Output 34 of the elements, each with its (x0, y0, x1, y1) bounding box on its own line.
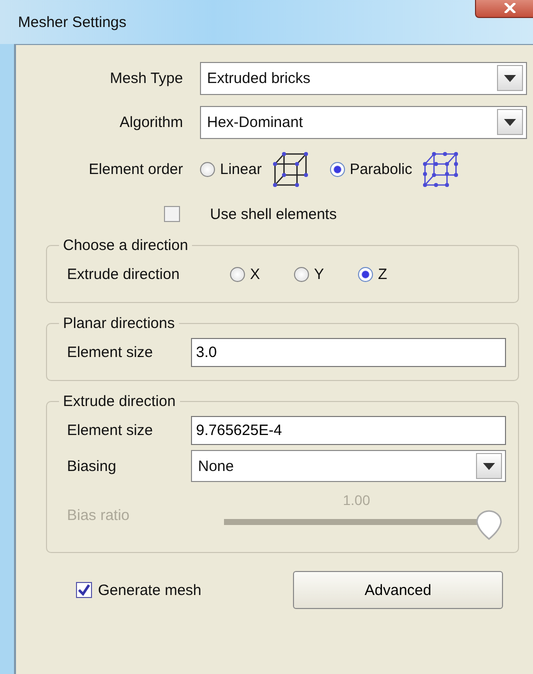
group-title: Choose a direction (62, 237, 190, 254)
slider-value: 1.00 (342, 492, 370, 508)
input-field[interactable]: 9.765625E-4 (191, 416, 506, 444)
input-field[interactable]: 3.0 (191, 338, 506, 366)
field-label: Bias ratio (67, 507, 131, 524)
checkbox[interactable] (76, 582, 92, 598)
group-title: Extrude direction (62, 393, 177, 410)
field-label: Algorithm (118, 114, 184, 130)
cube-icon (272, 151, 308, 187)
radio-option[interactable]: X (230, 266, 260, 282)
caret-icon (504, 74, 516, 82)
radio-option[interactable]: Parabolic (330, 160, 412, 178)
dropdown[interactable]: None (191, 450, 506, 482)
group-title: Planar directions (62, 315, 176, 332)
caret-icon (504, 118, 516, 126)
radio-option[interactable]: Linear (200, 160, 262, 178)
checkbox[interactable] (164, 206, 180, 222)
dropdown[interactable]: Hex-Dominant (200, 106, 527, 138)
field-label: Extrude direction (67, 266, 181, 282)
advanced-button[interactable]: Advanced (293, 571, 503, 609)
radio-option[interactable]: Y (294, 266, 324, 282)
radio-option[interactable]: Z (358, 266, 388, 282)
field-label: Element order (88, 160, 184, 178)
field-label: Element size (67, 422, 154, 438)
cube-icon (422, 151, 458, 187)
field-label: Mesh Type (108, 70, 184, 86)
checkbox-label: Use shell elements (210, 206, 337, 222)
window-title: Mesher Settings (18, 14, 126, 30)
checkbox-label: Generate mesh (98, 582, 202, 598)
close-icon (503, 3, 517, 13)
caret-icon (483, 462, 495, 470)
dropdown[interactable]: Extruded bricks (200, 62, 527, 94)
field-label: Biasing (67, 458, 118, 474)
field-label: Element size (67, 344, 154, 360)
